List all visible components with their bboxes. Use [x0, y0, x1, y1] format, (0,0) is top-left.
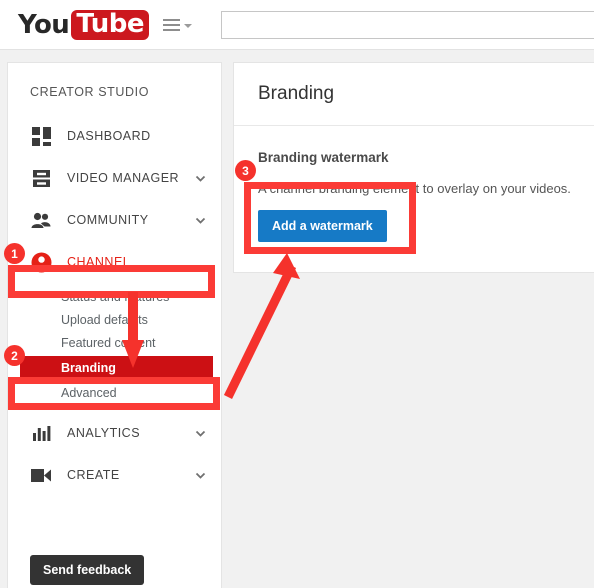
- sidebar-item-label: CREATE: [67, 468, 120, 482]
- video-camera-icon: [30, 464, 52, 486]
- chevron-down-icon: [183, 23, 192, 28]
- hamburger-lines: [162, 18, 180, 31]
- subitem-label: Branding: [61, 360, 116, 375]
- dashboard-grid-icon: [30, 125, 52, 147]
- bar-chart-icon: [30, 422, 52, 444]
- sidebar-item-label: COMMUNITY: [67, 213, 149, 227]
- sidebar-item-label: CHANNEL: [67, 255, 131, 269]
- sidebar-item-video-manager[interactable]: VIDEO MANAGER: [8, 157, 221, 199]
- search-input[interactable]: [221, 11, 594, 39]
- subitem-label: Featured content: [61, 335, 156, 350]
- main-content-card: Branding Branding watermark A channel br…: [233, 62, 594, 273]
- sidebar-item-create[interactable]: CREATE: [8, 454, 221, 496]
- sidebar-subitem-status-and-features[interactable]: Status and features: [8, 285, 221, 308]
- logo-tube-text: Tube: [71, 9, 149, 40]
- hamburger-menu-icon[interactable]: [162, 18, 192, 31]
- subitem-label: Advanced: [61, 385, 117, 400]
- sidebar-item-label: ANALYTICS: [67, 426, 141, 440]
- branding-watermark-description: A channel branding element to overlay on…: [258, 181, 571, 196]
- chevron-down-icon[interactable]: [195, 173, 206, 183]
- subitem-label: Upload defaults: [61, 312, 148, 327]
- chevron-down-icon[interactable]: [195, 470, 206, 480]
- content-body: Branding watermark A channel branding el…: [234, 126, 594, 272]
- sidebar-item-channel[interactable]: CHANNEL: [8, 241, 221, 283]
- subitem-label: Status and features: [61, 289, 170, 304]
- chevron-down-icon[interactable]: [195, 215, 206, 225]
- branding-watermark-title: Branding watermark: [258, 150, 389, 165]
- channel-subitem-list: Status and features Upload defaults Feat…: [8, 283, 221, 412]
- page-title: Branding: [258, 83, 335, 104]
- sidebar-item-analytics[interactable]: ANALYTICS: [8, 412, 221, 454]
- sidebar-subitem-upload-defaults[interactable]: Upload defaults: [8, 308, 221, 331]
- add-watermark-button[interactable]: Add a watermark: [258, 210, 387, 242]
- logo-you-text: You: [18, 9, 70, 40]
- sidebar-subitem-featured-content[interactable]: Featured content: [8, 331, 221, 354]
- sidebar-item-label: DASHBOARD: [67, 129, 151, 143]
- sidebar-title: CREATOR STUDIO: [30, 85, 150, 99]
- sidebar-item-label: VIDEO MANAGER: [67, 171, 180, 185]
- top-header-bar: You Tube: [0, 0, 594, 50]
- sidebar-item-community[interactable]: COMMUNITY: [8, 199, 221, 241]
- arrow-branding-to-watermark: [223, 253, 300, 399]
- sidebar-subitem-advanced[interactable]: Advanced: [8, 381, 221, 404]
- sidebar-subitem-branding[interactable]: Branding: [20, 356, 213, 379]
- youtube-logo[interactable]: You Tube: [18, 9, 149, 40]
- send-feedback-button[interactable]: Send feedback: [30, 555, 145, 585]
- sidebar-item-dashboard[interactable]: DASHBOARD: [8, 115, 221, 157]
- person-avatar-icon: [30, 251, 52, 273]
- video-list-icon: [30, 167, 52, 189]
- screen-root: You Tube CREATOR STUDIO DASHBOARD VIDEO …: [0, 0, 594, 588]
- content-header: Branding: [234, 63, 594, 126]
- chevron-down-icon[interactable]: [195, 428, 206, 438]
- left-sidebar: CREATOR STUDIO DASHBOARD VIDEO MANAGER C…: [7, 62, 222, 588]
- people-icon: [30, 209, 52, 231]
- sidebar-nav-list: DASHBOARD VIDEO MANAGER COMMUNITY CHANNE…: [8, 115, 221, 496]
